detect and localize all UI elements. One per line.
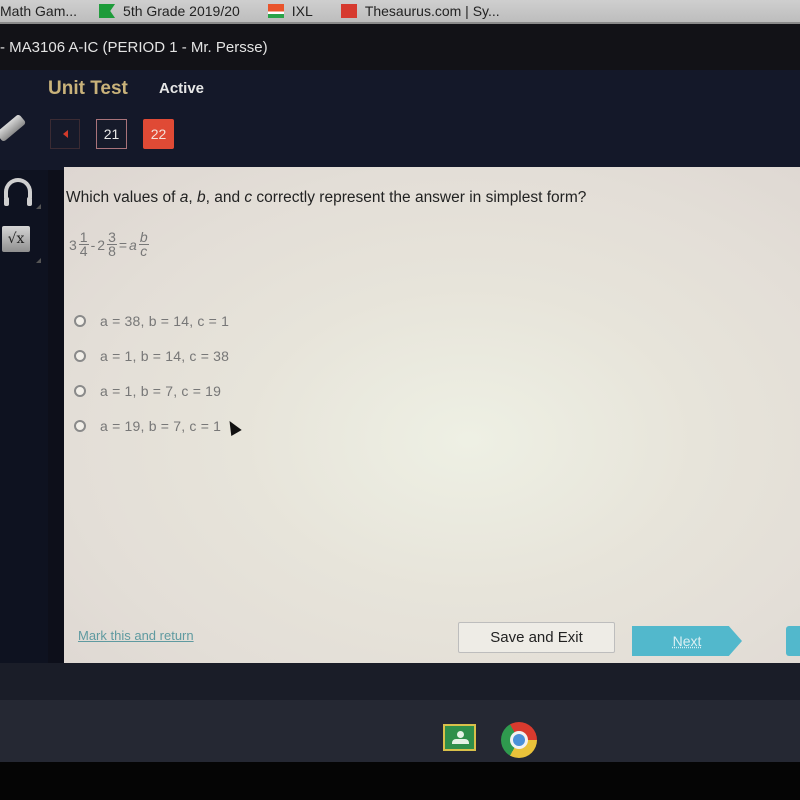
course-title: - MA3106 A-IC (PERIOD 1 - Mr. Persse) <box>0 39 268 56</box>
radio-button[interactable] <box>74 314 86 327</box>
var-c: c <box>244 189 253 206</box>
previous-question-button[interactable] <box>50 119 80 149</box>
question-text: Which values of a, b, and c correctly re… <box>66 189 586 207</box>
radio-button[interactable] <box>74 419 86 432</box>
bookmark-label: IXL <box>291 3 313 19</box>
radio-button[interactable] <box>74 384 86 397</box>
bookmark-label: Thesaurus.com | Sy... <box>364 3 500 19</box>
term2-whole: 2 <box>97 236 106 253</box>
result-fraction: b c <box>138 230 149 259</box>
expand-corner-icon <box>36 258 41 263</box>
result-whole: a <box>129 236 137 253</box>
activity-header: Unit Test Active 21 22 <box>0 70 800 170</box>
chrome-icon-core <box>513 734 525 746</box>
bezel <box>0 762 800 800</box>
save-and-exit-button[interactable]: Save and Exit <box>458 622 615 653</box>
course-bar: - MA3106 A-IC (PERIOD 1 - Mr. Persse) <box>0 24 800 70</box>
headphones-icon[interactable] <box>4 178 32 206</box>
question-sep: , and <box>205 189 245 206</box>
answer-option[interactable]: a = 38, b = 14, c = 1 <box>74 303 229 338</box>
denominator: 8 <box>108 243 116 259</box>
operator: - <box>90 236 96 253</box>
google-classroom-icon[interactable] <box>443 724 476 751</box>
bookmark-ixl[interactable]: IXL <box>267 0 313 22</box>
equation: 3 1 4 - 2 3 8 = a b c <box>68 230 150 259</box>
term1-fraction: 1 4 <box>78 230 89 259</box>
chrome-icon[interactable] <box>501 722 537 758</box>
mark-and-return-link[interactable]: Mark this and return <box>78 628 194 643</box>
flag-icon <box>99 4 116 18</box>
option-label: a = 1, b = 7, c = 19 <box>100 382 222 399</box>
option-label: a = 38, b = 14, c = 1 <box>100 312 230 329</box>
term1-whole: 3 <box>69 236 77 253</box>
question-prefix: Which values of <box>66 189 180 206</box>
option-label: a = 19, b = 7, c = 1 <box>100 417 222 434</box>
bookmark-math-games[interactable]: Math Gam... <box>0 0 77 22</box>
answer-option[interactable]: a = 19, b = 7, c = 1 <box>74 408 229 443</box>
term2-fraction: 3 8 <box>107 230 117 259</box>
next-button[interactable]: Next <box>632 626 742 656</box>
radio-button[interactable] <box>74 349 86 362</box>
option-label: a = 1, b = 14, c = 38 <box>100 347 230 364</box>
question-card: Which values of a, b, and c correctly re… <box>64 167 800 663</box>
activity-title: Unit Test <box>48 78 128 99</box>
bookmark-thesaurus[interactable]: Thesaurus.com | Sy... <box>340 0 500 22</box>
question-sep: , <box>188 189 197 206</box>
bookmarks-bar: Math Gam... 5th Grade 2019/20 IXL Thesau… <box>0 0 800 24</box>
submit-button[interactable] <box>786 626 800 656</box>
activity-status: Active <box>159 80 205 97</box>
expand-corner-icon <box>36 204 41 209</box>
pencil-icon[interactable] <box>0 113 27 143</box>
equals: = <box>118 236 128 253</box>
bookmark-label: Math Gam... <box>0 3 78 19</box>
question-suffix: correctly represent the answer in simple… <box>252 189 587 206</box>
question-21-button[interactable]: 21 <box>96 119 127 149</box>
answer-options: a = 38, b = 14, c = 1 a = 1, b = 14, c =… <box>74 303 229 443</box>
ixl-icon <box>267 4 284 18</box>
answer-option[interactable]: a = 1, b = 7, c = 19 <box>74 373 229 408</box>
thesaurus-icon <box>340 4 357 18</box>
denominator: 4 <box>79 243 88 259</box>
denominator: c <box>140 243 148 259</box>
answer-option[interactable]: a = 1, b = 14, c = 38 <box>74 338 229 373</box>
sqrt-calculator-icon[interactable]: √x <box>2 226 30 252</box>
next-label: Next <box>672 633 702 649</box>
window-bottom <box>0 663 800 700</box>
chevron-left-icon <box>62 130 68 138</box>
bookmark-label: 5th Grade 2019/20 <box>123 3 240 19</box>
var-b: b <box>196 189 206 206</box>
question-22-button[interactable]: 22 <box>143 119 174 149</box>
bookmark-5th-grade[interactable]: 5th Grade 2019/20 <box>99 0 240 22</box>
